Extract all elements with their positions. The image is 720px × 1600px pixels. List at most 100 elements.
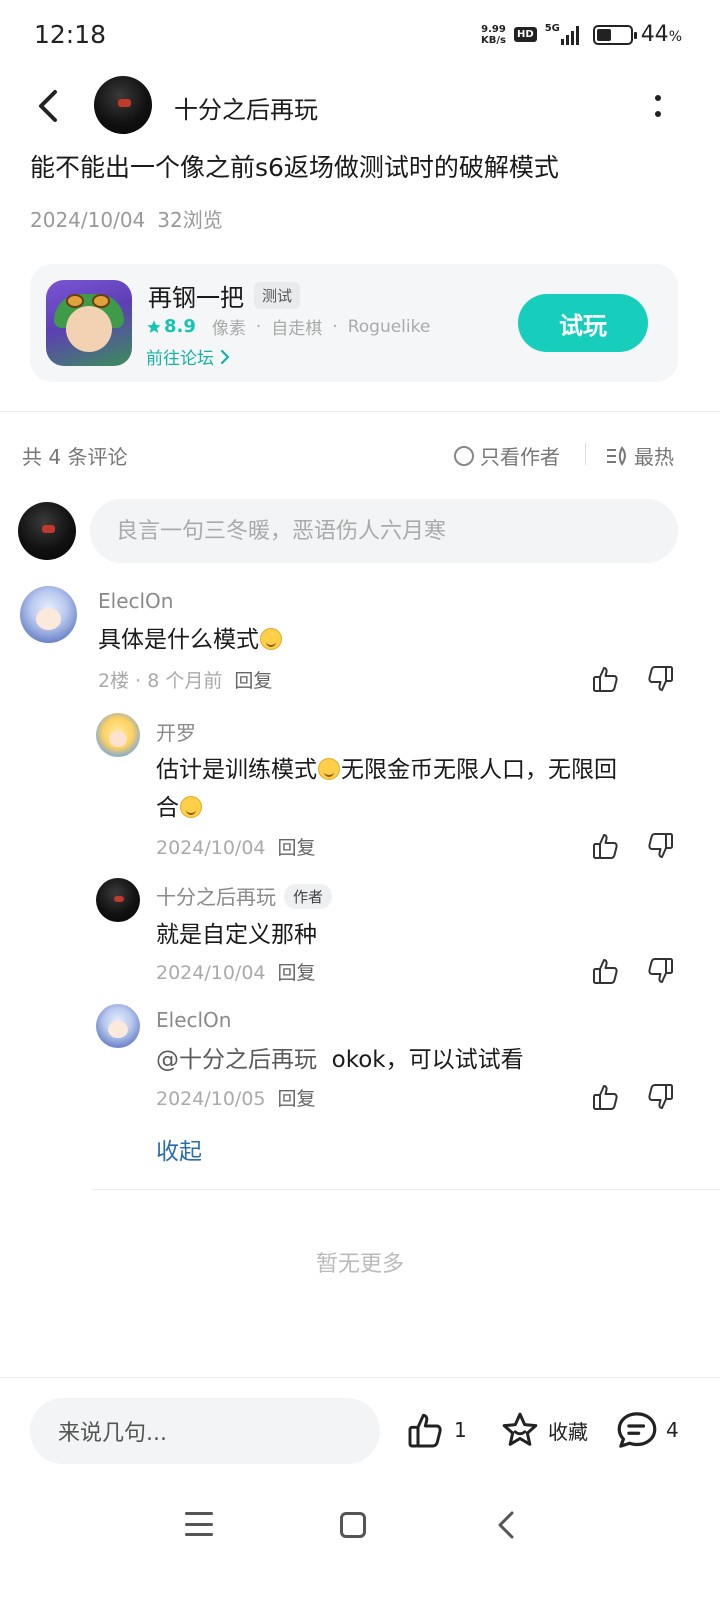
- divider: [0, 411, 720, 412]
- more-dot-icon: [655, 111, 661, 117]
- comment-meta: 2024/10/04 回复: [156, 833, 316, 860]
- more-dot-icon: [655, 95, 661, 101]
- signal-icon: 5G: [544, 22, 579, 45]
- thumbs-up-icon[interactable]: [591, 1082, 621, 1112]
- network-speed-value: 9.99: [481, 23, 506, 35]
- battery-icon: [592, 24, 637, 45]
- network-type: 5G: [544, 22, 560, 34]
- thumbs-up-icon[interactable]: [591, 664, 621, 694]
- test-badge: 测试: [254, 282, 301, 309]
- comment-time: 2024/10/04: [156, 962, 266, 984]
- thumbs-down-icon[interactable]: [645, 1082, 675, 1112]
- reply-button[interactable]: 回复: [278, 962, 316, 984]
- author-badge: 作者: [284, 884, 333, 909]
- battery-fill: [596, 28, 611, 41]
- commenter-name[interactable]: 开罗: [156, 717, 196, 746]
- comment-text: 具体是什么模式: [98, 621, 283, 659]
- commenter-name[interactable]: EleclOn: [98, 589, 173, 613]
- collapse-replies-button[interactable]: 收起: [156, 1132, 202, 1166]
- divider: [92, 1189, 720, 1190]
- radio-circle-icon: [454, 445, 474, 466]
- network-speed-unit: KB/s: [481, 34, 507, 46]
- emoji-icon: [260, 628, 282, 650]
- comment-text: @十分之后再玩 okok，可以试试看: [156, 1047, 524, 1073]
- hd-icon: HD: [514, 27, 537, 42]
- commenter-name[interactable]: EleclOn: [156, 1008, 231, 1032]
- status-icons: 9.99 KB/s HD 5G 44%: [481, 22, 682, 47]
- game-name: 再钢一把: [148, 284, 244, 312]
- game-rating: 8.9: [146, 316, 196, 337]
- commenter-name[interactable]: 十分之后再玩 作者: [156, 881, 333, 910]
- comment-text: 就是自定义那种: [156, 922, 317, 948]
- sort-icon: [607, 445, 626, 466]
- commenter-avatar[interactable]: [96, 713, 140, 757]
- thumbs-down-icon[interactable]: [645, 664, 675, 694]
- thumbs-up-icon[interactable]: [591, 831, 621, 861]
- menu-icon[interactable]: [185, 1512, 213, 1536]
- back-triangle-icon[interactable]: [494, 1510, 518, 1540]
- bottom-comment-input[interactable]: 来说几句...: [30, 1398, 380, 1464]
- favorite-button[interactable]: 收藏: [500, 1410, 588, 1450]
- author-name[interactable]: 十分之后再玩: [174, 90, 318, 125]
- comment-button[interactable]: 4: [616, 1410, 679, 1450]
- reply-button[interactable]: 回复: [234, 670, 272, 692]
- game-tag: 像素: [211, 319, 246, 339]
- reply-button[interactable]: 回复: [278, 837, 316, 859]
- top-header: 十分之后再玩: [0, 72, 720, 140]
- only-author-toggle[interactable]: 只看作者: [454, 441, 560, 470]
- comment-input[interactable]: [90, 499, 678, 563]
- divider: [0, 1377, 720, 1378]
- status-time: 12:18: [34, 20, 107, 49]
- comment-meta: 2024/10/04 回复: [156, 958, 316, 985]
- commenter-avatar[interactable]: [20, 586, 77, 643]
- game-title-row: 再钢一把 测试: [148, 278, 301, 313]
- comments-count: 共 4 条评论: [22, 445, 128, 469]
- mention-link[interactable]: @十分之后再玩: [156, 1047, 317, 1073]
- comment-time: 2024/10/05: [156, 1088, 266, 1110]
- try-play-button[interactable]: 试玩: [518, 294, 648, 352]
- comment-count: 4: [666, 1418, 679, 1442]
- chat-bubble-icon: [617, 1412, 657, 1448]
- commenter-avatar[interactable]: [96, 878, 140, 922]
- battery-percent: 44%: [640, 22, 682, 47]
- thumbs-up-icon: [408, 1413, 442, 1448]
- game-card[interactable]: 再钢一把 测试 8.9 像素 · 自走棋 · Roguelike 前往论坛 试玩: [30, 264, 678, 382]
- comment-floor: 2楼: [98, 670, 130, 692]
- forum-link[interactable]: 前往论坛: [146, 344, 230, 369]
- status-bar: 12:18 9.99 KB/s HD 5G 44%: [0, 0, 720, 72]
- game-icon[interactable]: [46, 280, 132, 366]
- divider: [585, 443, 586, 465]
- like-count: 1: [454, 1418, 467, 1442]
- network-speed: 9.99 KB/s: [481, 24, 506, 46]
- sort-hot-button[interactable]: 最热: [606, 441, 674, 470]
- no-more-label: 暂无更多: [315, 1252, 404, 1277]
- star-icon: [147, 319, 161, 333]
- home-square-icon[interactable]: [340, 1512, 366, 1538]
- emoji-icon: [180, 796, 202, 818]
- post-meta: 2024/10/04 32浏览: [30, 204, 223, 233]
- commenter-avatar[interactable]: [96, 1004, 140, 1048]
- game-tag: 自走棋: [271, 319, 323, 339]
- thumbs-down-icon[interactable]: [645, 956, 675, 986]
- thumbs-down-icon[interactable]: [645, 831, 675, 861]
- more-options-button[interactable]: [646, 90, 670, 122]
- comment-meta: 2楼 · 8 个月前 回复: [98, 670, 273, 692]
- system-nav-bar: [0, 1490, 720, 1600]
- my-avatar: [18, 502, 76, 560]
- like-button[interactable]: 1: [406, 1410, 467, 1450]
- back-button[interactable]: [30, 86, 66, 126]
- game-info-row: 8.9 像素 · 自走棋 · Roguelike: [146, 314, 430, 339]
- favorite-label: 收藏: [548, 1419, 588, 1444]
- game-tag: Roguelike: [347, 316, 431, 337]
- author-avatar[interactable]: [94, 76, 152, 134]
- chevron-right-icon: [220, 349, 230, 364]
- post-title: 能不能出一个像之前s6返场做测试时的破解模式: [30, 153, 559, 182]
- post-views: 32浏览: [157, 208, 223, 232]
- thumbs-up-icon[interactable]: [591, 956, 621, 986]
- emoji-icon: [318, 758, 340, 780]
- comment-time: 8 个月前: [147, 670, 223, 692]
- comment-time: 2024/10/04: [156, 837, 266, 859]
- comment-meta: 2024/10/05 回复: [156, 1084, 316, 1111]
- reply-button[interactable]: 回复: [278, 1088, 316, 1110]
- chevron-left-icon: [39, 90, 57, 122]
